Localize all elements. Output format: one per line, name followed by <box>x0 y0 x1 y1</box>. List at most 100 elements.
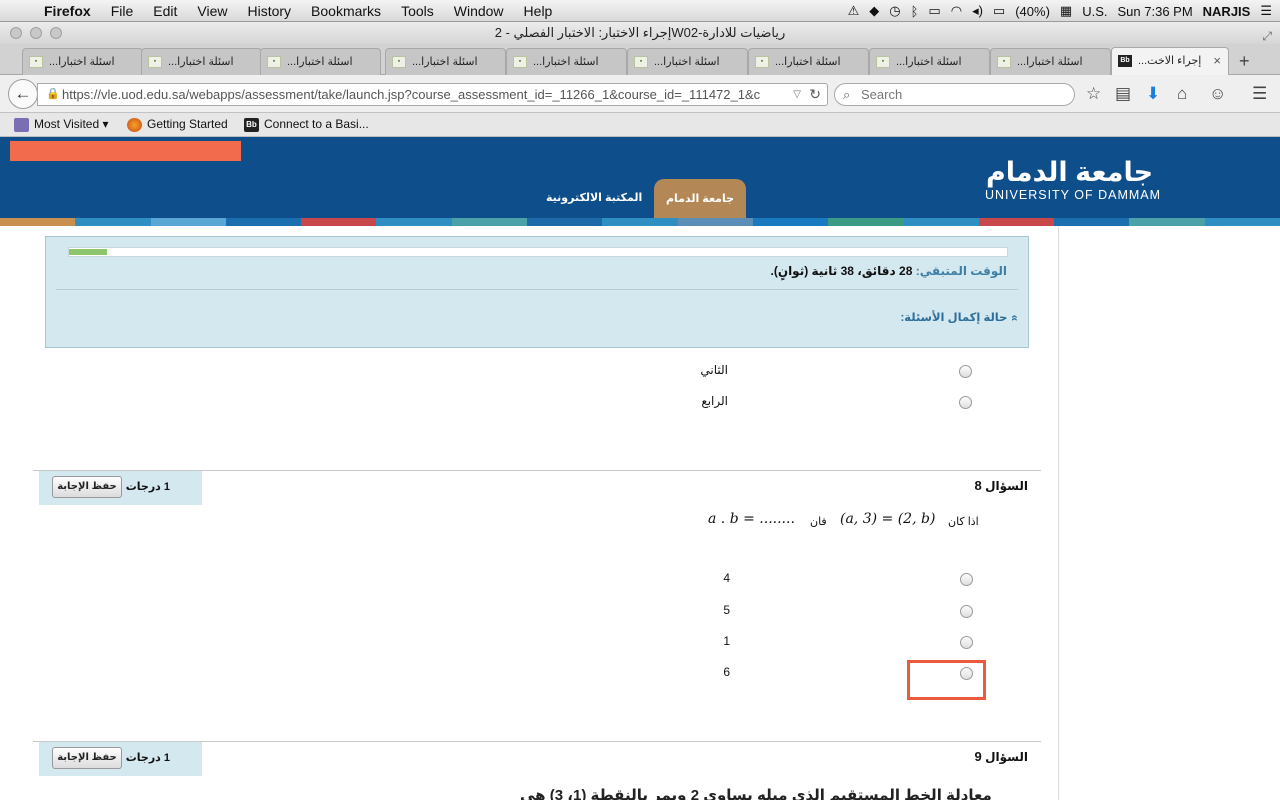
url-bar[interactable]: 🔒 https://vle.uod.edu.sa/webapps/assessm… <box>37 83 828 106</box>
user-name[interactable]: NARJIS <box>1203 4 1251 19</box>
dropbox-icon[interactable]: ◆ <box>869 3 879 19</box>
time-progress-fill <box>69 249 107 255</box>
history-dropdown-icon[interactable]: ▽ <box>793 84 801 105</box>
back-button[interactable]: ← <box>8 79 38 109</box>
browser-tab[interactable]: ▪ ...اسئلة اختبارا <box>990 48 1111 75</box>
menu-help[interactable]: Help <box>514 3 563 19</box>
browser-tab[interactable]: ▪ ...اسئلة اختبارا <box>141 48 262 75</box>
browser-tab[interactable]: ▪ ...اسئلة اختبارا <box>748 48 869 75</box>
header-color-strip <box>0 218 1280 226</box>
q9-points: 1 درجات <box>125 752 170 764</box>
lock-icon[interactable]: 🔒 <box>46 84 60 105</box>
bookmark-most-visited[interactable]: Most Visited ▾ <box>14 117 109 132</box>
bookmark-star-icon[interactable]: ☆ <box>1086 84 1101 104</box>
navigation-toolbar: ← 🔒 https://vle.uod.edu.sa/webapps/asses… <box>0 75 1280 113</box>
bookmark-connect[interactable]: Bb Connect to a Basi... <box>244 117 369 132</box>
download-icon[interactable]: ⬇ <box>1146 84 1160 104</box>
menu-window[interactable]: Window <box>444 3 514 19</box>
bookmark-getting-started[interactable]: Getting Started <box>127 117 228 132</box>
blackboard-icon: Bb <box>244 117 259 132</box>
search-input[interactable]: ⌕ Search <box>834 83 1075 106</box>
q9-title: السؤال 9 <box>974 749 1028 764</box>
input-source[interactable]: U.S. <box>1082 4 1107 19</box>
volume-icon[interactable]: ◂) <box>972 3 983 19</box>
color-strip-segment <box>677 218 753 226</box>
menu-bookmarks[interactable]: Bookmarks <box>301 3 391 19</box>
time-remaining: الوقت المتبقي: 28 دقائق، 38 ثانية (ثوانٍ… <box>771 264 1008 278</box>
firefox-icon <box>127 117 142 132</box>
bookmarks-bar: Most Visited ▾ Getting Started Bb Connect… <box>0 113 1280 137</box>
question-completion-toggle[interactable]: » حالة إكمال الأسئلة: <box>900 310 1019 324</box>
q8-prefix-text: اذا كان <box>948 516 979 528</box>
q7-option-label: الرابع <box>701 394 728 408</box>
color-strip-segment <box>527 218 603 226</box>
menu-file[interactable]: File <box>101 3 144 19</box>
color-strip-segment <box>978 218 1055 226</box>
page-panel: الوقت المتبقي: 28 دقائق، 38 ثانية (ثوانٍ… <box>0 226 1059 800</box>
app-menu-firefox[interactable]: Firefox <box>44 3 101 19</box>
wifi-icon[interactable]: ◠ <box>951 3 962 19</box>
favicon-icon: ▪ <box>755 56 769 69</box>
time-progress-bar <box>68 247 1008 257</box>
display-icon[interactable]: ▭ <box>928 3 940 19</box>
q8-option-radio[interactable] <box>960 605 973 618</box>
color-strip-segment <box>301 218 377 226</box>
favicon-icon: ▪ <box>513 56 527 69</box>
university-logo-arabic: جامعة الدمام <box>986 157 1154 187</box>
tab-elibrary[interactable]: المكتبة الالكترونية <box>546 191 642 204</box>
q9-save-answer-button[interactable]: حفظ الإجابة <box>52 747 122 769</box>
new-tab-button[interactable]: + <box>1239 51 1250 72</box>
zoom-window-button[interactable] <box>50 27 62 39</box>
home-icon[interactable]: ⌂ <box>1177 84 1187 104</box>
close-window-button[interactable] <box>10 27 22 39</box>
browser-tab[interactable]: ▪ ...اسئلة اختبارا <box>260 48 381 75</box>
menu-tools[interactable]: Tools <box>391 3 444 19</box>
color-strip-segment <box>1054 218 1130 226</box>
menu-icon[interactable]: ☰ <box>1252 84 1267 104</box>
minimize-window-button[interactable] <box>30 27 42 39</box>
browser-tab[interactable]: ▪ ...اسئلة اختبارا <box>869 48 990 75</box>
alert-icon[interactable]: ⚠ <box>848 3 860 19</box>
q8-title: السؤال 8 <box>974 478 1028 493</box>
color-strip-segment <box>752 218 829 226</box>
q8-points: 1 درجات <box>125 481 170 493</box>
browser-tab[interactable]: ▪ ...اسئلة اختبارا <box>506 48 627 75</box>
tab-bar: ▪ ...اسئلة اختبارا ▪ ...اسئلة اختبارا ▪...… <box>0 44 1280 75</box>
color-strip-segment <box>1204 218 1280 226</box>
browser-tab[interactable]: ▪ ...اسئلة اختبارا <box>627 48 748 75</box>
search-placeholder: Search <box>861 87 903 102</box>
timer-panel: الوقت المتبقي: 28 دقائق، 38 ثانية (ثوانٍ… <box>45 236 1029 348</box>
clock[interactable]: Sun 7:36 PM <box>1118 4 1193 19</box>
color-strip-segment <box>376 218 452 226</box>
menu-view[interactable]: View <box>187 3 237 19</box>
time-remaining-label: الوقت المتبقي: <box>915 264 1007 278</box>
divider <box>56 289 1018 290</box>
browser-tab-active[interactable]: Bb ...إجراء الاخت × <box>1111 47 1229 75</box>
q8-option-radio[interactable] <box>960 573 973 586</box>
battery-icon[interactable]: ▭ <box>993 3 1005 19</box>
menu-history[interactable]: History <box>237 3 301 19</box>
reading-list-icon[interactable]: ▤ <box>1115 84 1131 104</box>
list-icon[interactable]: ☰ <box>1260 3 1272 19</box>
q8-then-text: فان <box>810 516 827 528</box>
browser-tab[interactable]: ▪ ...اسئلة اختبارا <box>22 48 143 75</box>
q8-save-answer-button[interactable]: حفظ الإجابة <box>52 476 122 498</box>
menu-edit[interactable]: Edit <box>143 3 187 19</box>
q7-option-radio[interactable] <box>959 365 972 378</box>
color-strip-segment <box>75 218 151 226</box>
reload-icon[interactable]: ↻ <box>809 84 821 105</box>
q7-option-radio[interactable] <box>959 396 972 409</box>
favicon-icon: ▪ <box>634 56 648 69</box>
battery-percent[interactable]: (40%) <box>1015 4 1050 19</box>
q8-option-label: 4 <box>723 571 730 585</box>
browser-tab[interactable]: ▪ ...اسئلة اختبارا <box>385 48 506 75</box>
chat-icon[interactable]: ☺ <box>1209 84 1226 104</box>
close-tab-icon[interactable]: × <box>1213 48 1221 74</box>
q7-option-label: الثاني <box>700 363 728 377</box>
answer-highlight-box <box>907 660 986 700</box>
q9-question-text: معادلة الخط المستقيم الذي ميله يساوي 2 و… <box>520 787 992 800</box>
time-machine-icon[interactable]: ◷ <box>889 3 900 19</box>
q8-option-radio[interactable] <box>960 636 973 649</box>
bluetooth-icon[interactable]: ᛒ <box>911 4 919 19</box>
color-strip-segment <box>1129 218 1205 226</box>
